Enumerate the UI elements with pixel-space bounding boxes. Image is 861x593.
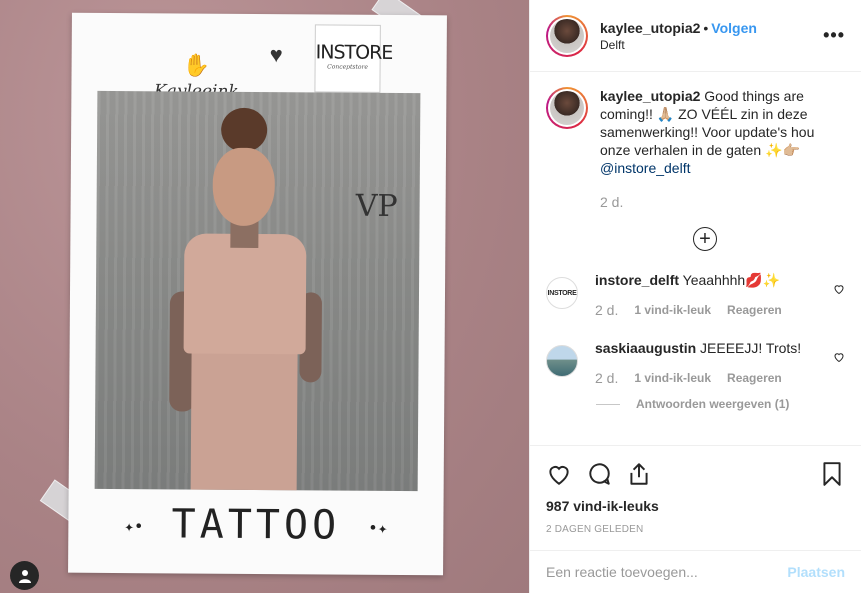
comment-item: INSTORE instore_delft Yeaahhhh💋✨ 2 d. 1 …: [546, 271, 845, 319]
comment-text: JEEEEJJ! Trots!: [700, 340, 802, 356]
caption-time[interactable]: 2 d.: [600, 193, 845, 211]
comment-username[interactable]: instore_delft: [595, 272, 679, 288]
comment-text: Yeaahhhh💋✨: [682, 272, 781, 288]
hand-icon: ✋: [182, 53, 211, 79]
comment-icon[interactable]: [586, 461, 612, 487]
author-username[interactable]: kaylee_utopia2: [600, 20, 700, 36]
more-options-icon[interactable]: •••: [823, 25, 845, 46]
comment-time[interactable]: 2 d.: [595, 369, 618, 387]
instore-title: INSTORE: [315, 41, 393, 64]
comment-like-icon[interactable]: [833, 351, 845, 363]
post-comment-button[interactable]: Plaatsen: [787, 564, 845, 580]
flourish-left: ✦•: [124, 516, 144, 536]
post-caption: kaylee_utopia2 Good things are coming!! …: [546, 87, 845, 211]
comment-input[interactable]: [546, 564, 788, 580]
tagged-user-button[interactable]: [10, 561, 39, 590]
instore-logo: INSTORE Conceptstore: [314, 24, 393, 93]
comment-like-icon[interactable]: [833, 283, 845, 295]
post-image[interactable]: ✋ Kayleeink ♥ INSTORE Conceptstore VP: [0, 0, 529, 593]
shirt: [183, 233, 307, 355]
tattoo-caption: ✦• TATTOO •✦: [68, 501, 443, 550]
comment-username[interactable]: saskiaaugustin: [595, 340, 696, 356]
mention-link[interactable]: @instore_delft: [600, 160, 690, 176]
comment-avatar[interactable]: INSTORE: [546, 277, 578, 309]
post-sidebar: kaylee_utopia2 • Volgen Delft ••• kaylee_u…: [529, 0, 861, 593]
follow-button[interactable]: Volgen: [711, 20, 757, 36]
likes-count[interactable]: 987 vind-ik-leuks: [546, 498, 845, 514]
instore-subtitle: Conceptstore: [327, 63, 368, 71]
comment-likes[interactable]: 1 vind-ik-leuk: [634, 369, 711, 387]
comment-item: saskiaaugustin JEEEEJJ! Trots! 2 d. 1 vi…: [546, 339, 845, 387]
view-replies-label: Antwoorden weergeven (1): [636, 397, 790, 411]
face: [212, 147, 276, 227]
flourish-right: •✦: [368, 518, 388, 538]
replies-divider: [596, 403, 620, 405]
load-more-comments-icon[interactable]: +: [693, 227, 717, 251]
user-icon: [18, 569, 31, 583]
instagram-post: ✋ Kayleeink ♥ INSTORE Conceptstore VP: [0, 0, 861, 593]
separator-dot: •: [703, 19, 709, 36]
comment-time[interactable]: 2 d.: [595, 301, 618, 319]
photo: VP: [94, 90, 421, 492]
post-timestamp[interactable]: 2 DAGEN GELEDEN: [546, 524, 845, 535]
comments-list: kaylee_utopia2 Good things are coming!! …: [530, 73, 861, 443]
caption-word: TATTOO: [171, 501, 341, 549]
graffiti: VP: [355, 188, 398, 224]
add-comment-bar: Plaatsen: [530, 550, 861, 593]
share-icon[interactable]: [626, 461, 652, 487]
caption-avatar[interactable]: [546, 87, 588, 129]
post-header: kaylee_utopia2 • Volgen Delft •••: [530, 0, 861, 72]
comment-avatar[interactable]: [546, 345, 578, 377]
comment-likes[interactable]: 1 vind-ik-leuk: [634, 301, 711, 319]
trousers: [190, 341, 298, 492]
post-actions: 987 vind-ik-leuks 2 DAGEN GELEDEN: [530, 445, 861, 535]
heart-icon: ♥: [269, 42, 283, 68]
hair-bun: [220, 107, 268, 153]
reply-button[interactable]: Reageren: [727, 301, 782, 319]
avatar-text: INSTORE: [547, 289, 577, 297]
caption-username[interactable]: kaylee_utopia2: [600, 88, 700, 104]
author-avatar[interactable]: [546, 14, 588, 57]
polaroid-frame: ✋ Kayleeink ♥ INSTORE Conceptstore VP: [68, 12, 447, 576]
view-replies-button[interactable]: Antwoorden weergeven (1): [596, 397, 845, 411]
like-icon[interactable]: [546, 461, 572, 487]
person-figure: [165, 101, 338, 492]
bookmark-icon[interactable]: [819, 461, 845, 487]
reply-button[interactable]: Reageren: [727, 369, 782, 387]
location-link[interactable]: Delft: [600, 38, 823, 52]
